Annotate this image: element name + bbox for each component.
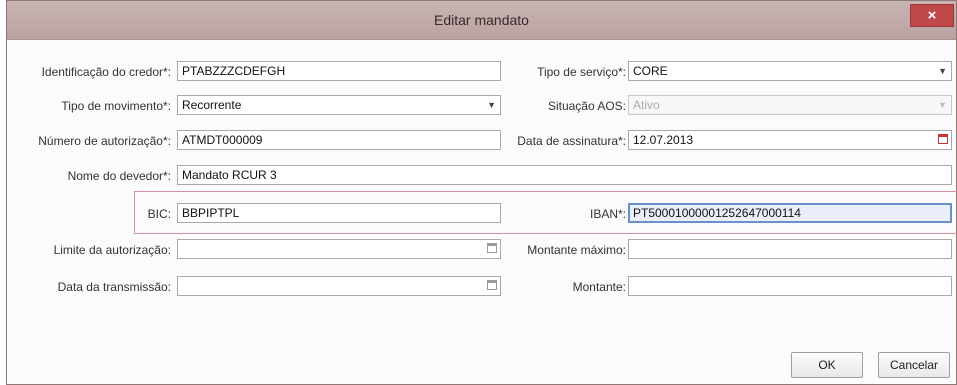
dialog-title: Editar mandato xyxy=(434,12,529,28)
service-type-select[interactable]: CORE ▼ xyxy=(628,61,952,81)
max-amount-label: Montante máximo: xyxy=(527,243,626,257)
signature-date-label: Data de assinatura*: xyxy=(517,134,626,148)
service-type-label: Tipo de serviço*: xyxy=(537,65,626,79)
auth-number-label: Número de autorização*: xyxy=(38,134,171,148)
bic-field[interactable]: BBPIPTPL xyxy=(177,203,501,223)
chevron-down-icon: ▼ xyxy=(938,100,947,110)
iban-label: IBAN*: xyxy=(589,207,626,221)
iban-field[interactable]: PT50001000001252647000114 xyxy=(628,203,952,223)
creditor-id-label: Identificação do credor*: xyxy=(41,65,171,79)
calendar-icon[interactable] xyxy=(487,243,497,253)
auth-limit-field[interactable] xyxy=(177,239,501,259)
aos-status-label: Situação AOS: xyxy=(547,99,626,113)
movement-type-value: Recorrente xyxy=(182,98,242,112)
auth-limit-label: Limite da autorização: xyxy=(53,243,171,257)
signature-date-value: 12.07.2013 xyxy=(633,133,694,147)
chevron-down-icon: ▼ xyxy=(938,66,947,76)
amount-label: Montante: xyxy=(572,280,626,294)
max-amount-field[interactable] xyxy=(628,239,952,259)
movement-type-label: Tipo de movimento*: xyxy=(61,99,171,113)
movement-type-select[interactable]: Recorrente ▼ xyxy=(177,95,501,115)
close-button[interactable]: × xyxy=(910,4,954,27)
bic-label: BIC: xyxy=(147,207,171,221)
aos-status-value: Ativo xyxy=(633,98,660,112)
edit-mandate-dialog: Editar mandato × Identificação do credor… xyxy=(6,0,957,385)
service-type-value: CORE xyxy=(633,64,668,78)
cancel-button[interactable]: Cancelar xyxy=(878,352,950,378)
ok-button[interactable]: OK xyxy=(791,352,863,378)
creditor-id-field[interactable]: PTABZZZCDEFGH xyxy=(177,61,501,81)
signature-date-field[interactable]: 12.07.2013 xyxy=(628,130,952,150)
debtor-name-label: Nome do devedor*: xyxy=(67,169,171,183)
debtor-name-field[interactable]: Mandato RCUR 3 xyxy=(177,165,952,185)
aos-status-select: Ativo ▼ xyxy=(628,95,952,115)
calendar-icon[interactable] xyxy=(487,280,497,290)
calendar-icon[interactable] xyxy=(938,134,948,144)
title-bar[interactable]: Editar mandato × xyxy=(7,1,956,40)
transmission-date-label: Data da transmissão: xyxy=(57,280,171,294)
amount-field[interactable] xyxy=(628,276,952,296)
close-icon: × xyxy=(927,7,937,24)
auth-number-field[interactable]: ATMDT000009 xyxy=(177,130,501,150)
transmission-date-field[interactable] xyxy=(177,276,501,296)
chevron-down-icon: ▼ xyxy=(487,100,496,110)
